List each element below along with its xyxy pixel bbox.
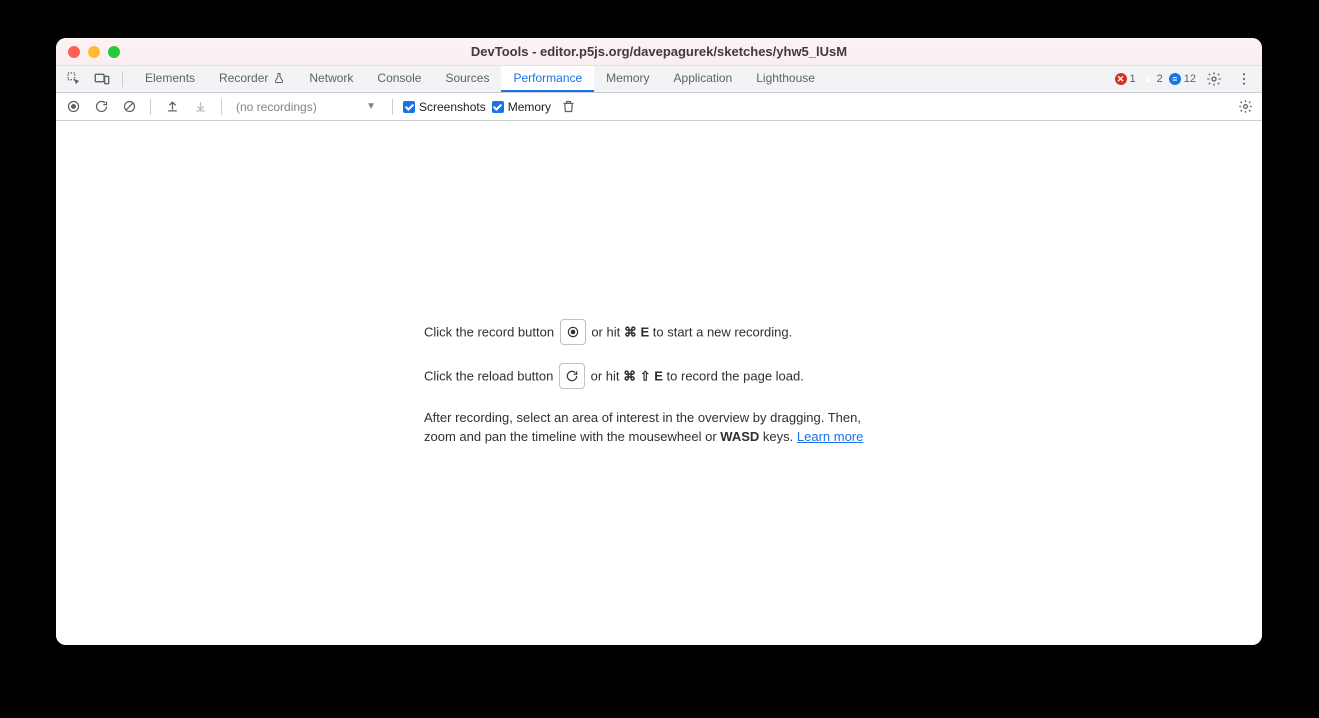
tab-recorder[interactable]: Recorder [207, 66, 297, 92]
device-toolbar-icon[interactable] [90, 67, 114, 91]
info-icon: ≡ [1169, 73, 1181, 85]
checkbox-checked-icon [492, 101, 504, 113]
separator [392, 99, 393, 115]
error-count: 1 [1130, 73, 1136, 85]
tab-performance[interactable]: Performance [501, 66, 594, 92]
panel-tabs: Elements Recorder Network Console Source… [133, 66, 827, 92]
instruction-reload: Click the reload button or hit ⌘ ⇧ E to … [424, 364, 894, 390]
upload-profile-button[interactable] [161, 96, 183, 118]
tabbar-left-tools [56, 66, 133, 92]
maximize-window-button[interactable] [108, 46, 120, 58]
info-count: 12 [1184, 73, 1196, 85]
settings-icon[interactable] [1202, 67, 1226, 91]
keyboard-shortcut: ⌘ ⇧ E [623, 368, 663, 383]
traffic-lights [56, 46, 120, 58]
error-count-badge[interactable]: ✕ 1 [1115, 73, 1136, 85]
download-profile-button[interactable] [189, 96, 211, 118]
tab-label: Performance [513, 71, 582, 85]
tab-console[interactable]: Console [365, 66, 433, 92]
record-button[interactable] [62, 96, 84, 118]
devtools-window: DevTools - editor.p5js.org/davepagurek/s… [56, 38, 1262, 645]
warning-icon: ▲ [1142, 73, 1154, 85]
checkbox-checked-icon [403, 101, 415, 113]
chevron-down-icon: ▼ [366, 101, 376, 112]
tab-label: Console [377, 71, 421, 85]
error-icon: ✕ [1115, 73, 1127, 85]
tab-label: Sources [445, 71, 489, 85]
tab-label: Elements [145, 71, 195, 85]
more-menu-icon[interactable] [1232, 67, 1256, 91]
divider [122, 71, 123, 87]
garbage-collect-button[interactable] [557, 96, 579, 118]
tab-application[interactable]: Application [662, 66, 745, 92]
flask-icon [273, 72, 285, 84]
learn-more-link[interactable]: Learn more [797, 429, 863, 444]
warning-count-badge[interactable]: ▲ 2 [1142, 73, 1163, 85]
performance-toolbar: (no recordings) ▼ Screenshots Memory [56, 93, 1262, 121]
screenshots-checkbox[interactable]: Screenshots [403, 100, 486, 114]
tabbar-right: ✕ 1 ▲ 2 ≡ 12 [1115, 66, 1263, 92]
info-count-badge[interactable]: ≡ 12 [1169, 73, 1196, 85]
inspect-element-icon[interactable] [62, 67, 86, 91]
recordings-dropdown[interactable]: (no recordings) ▼ [232, 97, 382, 117]
minimize-window-button[interactable] [88, 46, 100, 58]
tab-label: Recorder [219, 71, 268, 85]
instruction-record: Click the record button or hit ⌘ E to st… [424, 320, 894, 346]
window-title: DevTools - editor.p5js.org/davepagurek/s… [56, 44, 1262, 59]
reload-inline-button[interactable] [559, 363, 585, 389]
titlebar: DevTools - editor.p5js.org/davepagurek/s… [56, 38, 1262, 66]
warning-count: 2 [1157, 73, 1163, 85]
tab-label: Network [309, 71, 353, 85]
tab-sources[interactable]: Sources [433, 66, 501, 92]
separator [150, 99, 151, 115]
tab-memory[interactable]: Memory [594, 66, 661, 92]
keyboard-shortcut: ⌘ E [624, 324, 649, 339]
tab-label: Memory [606, 71, 649, 85]
close-window-button[interactable] [68, 46, 80, 58]
tab-lighthouse[interactable]: Lighthouse [744, 66, 827, 92]
tab-label: Application [674, 71, 733, 85]
tab-elements[interactable]: Elements [133, 66, 207, 92]
reload-record-button[interactable] [90, 96, 112, 118]
instructions-text: Click the record button or hit ⌘ E to st… [424, 320, 894, 447]
separator [221, 99, 222, 115]
recordings-label: (no recordings) [236, 100, 317, 114]
checkbox-label: Screenshots [419, 100, 486, 114]
main-tabbar: Elements Recorder Network Console Source… [56, 66, 1262, 93]
wasd-keys: WASD [720, 429, 759, 444]
tab-label: Lighthouse [756, 71, 815, 85]
memory-checkbox[interactable]: Memory [492, 100, 551, 114]
performance-panel-content: Click the record button or hit ⌘ E to st… [56, 121, 1262, 645]
instruction-timeline: After recording, select an area of inter… [424, 408, 894, 447]
panel-settings-icon[interactable] [1234, 96, 1256, 118]
clear-button[interactable] [118, 96, 140, 118]
checkbox-label: Memory [508, 100, 551, 114]
tab-network[interactable]: Network [297, 66, 365, 92]
record-inline-button[interactable] [560, 319, 586, 345]
